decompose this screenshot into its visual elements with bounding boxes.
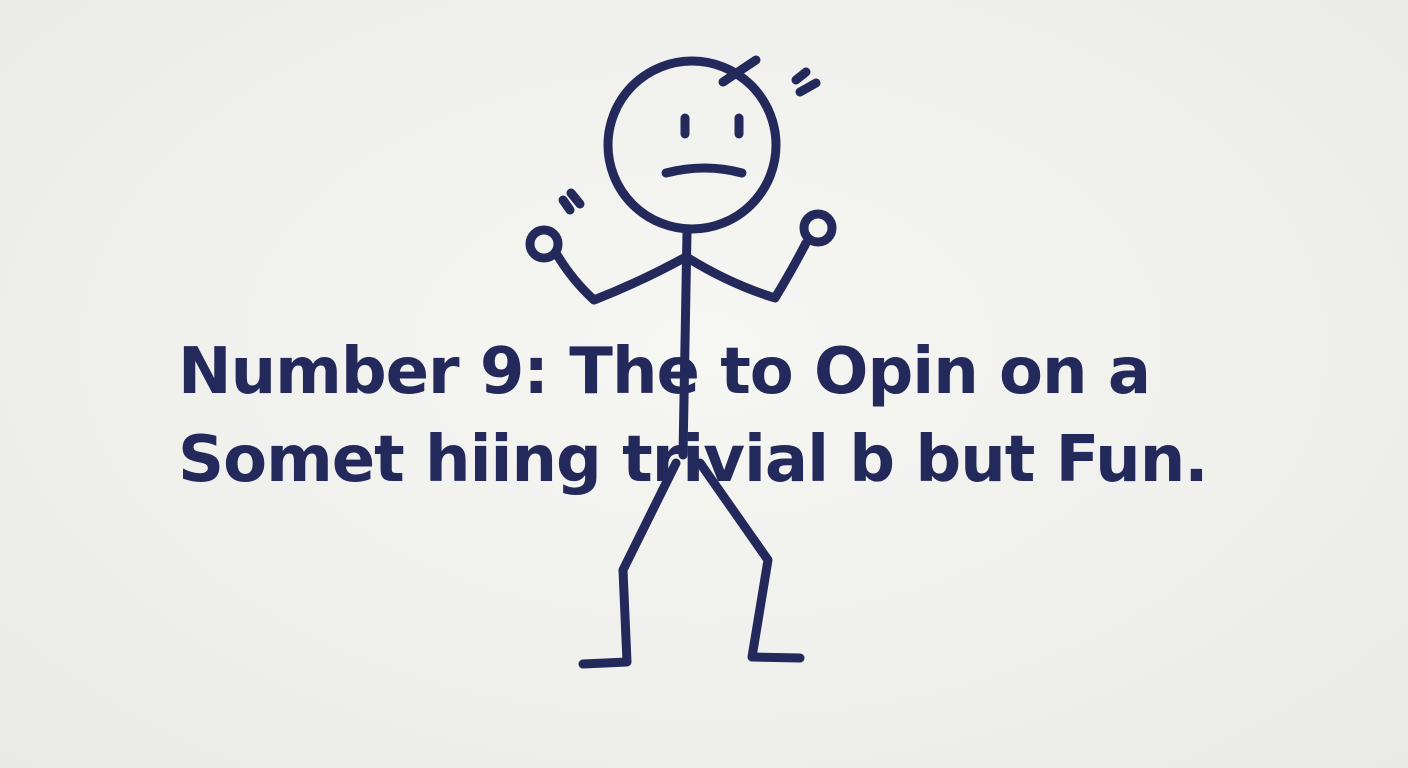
figure-head bbox=[603, 56, 781, 234]
figure-left-fist bbox=[525, 225, 563, 263]
caption-line-1: Number 9: The to Opin on a bbox=[178, 335, 1151, 409]
figure-right-fist bbox=[799, 209, 837, 247]
caption-line-2: Somet hiing trivial b but Fun. bbox=[178, 423, 1209, 497]
figure-right-arm bbox=[683, 238, 811, 303]
motion-mark bbox=[795, 78, 821, 97]
figure-left-arm bbox=[551, 248, 689, 305]
caption-text: Number 9: The to Opin on a Somet hiing t… bbox=[178, 328, 1278, 504]
motion-mark bbox=[791, 67, 811, 85]
figure-mouth bbox=[661, 163, 747, 178]
motion-mark bbox=[566, 188, 585, 209]
motion-mark bbox=[558, 195, 575, 215]
